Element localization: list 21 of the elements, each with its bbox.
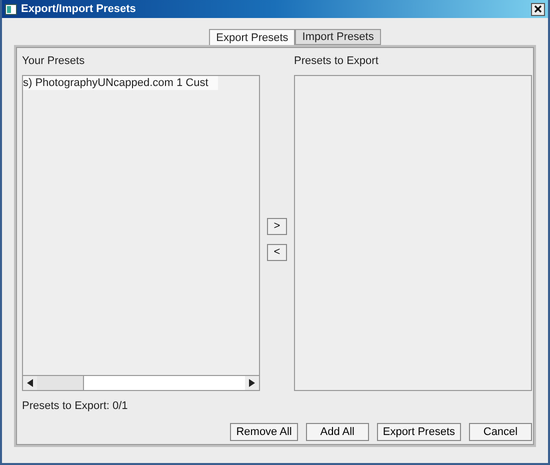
tab[interactable]: Export Presets <box>209 29 296 45</box>
dialog-button[interactable]: Cancel <box>469 423 532 441</box>
horizontal-scrollbar[interactable] <box>23 375 259 390</box>
scroll-left-icon[interactable] <box>27 379 33 387</box>
list-label: Your Presets <box>22 55 86 69</box>
tab[interactable]: Import Presets <box>295 29 381 45</box>
close-icon[interactable] <box>534 5 542 13</box>
window-title: Export/Import Presets <box>21 3 137 15</box>
app-icon <box>5 4 17 14</box>
scroll-thumb[interactable] <box>37 376 84 390</box>
dialog-button[interactable]: Add All <box>306 423 369 441</box>
presets-list[interactable]: s) PhotographyUNcapped.com 1 Cust <box>22 75 260 391</box>
move-button[interactable]: > <box>267 218 287 234</box>
close-button[interactable] <box>531 2 545 16</box>
list-label: Presets to Export <box>294 55 380 69</box>
dialog-button[interactable]: Export Presets <box>376 423 461 441</box>
list-item[interactable]: s) PhotographyUNcapped.com 1 Cust <box>23 76 218 90</box>
scroll-right-icon[interactable] <box>249 379 255 387</box>
move-button[interactable]: < <box>267 244 287 260</box>
dialog-button[interactable]: Remove All <box>230 423 298 441</box>
status-text: Presets to Export: 0/1 <box>22 400 129 412</box>
